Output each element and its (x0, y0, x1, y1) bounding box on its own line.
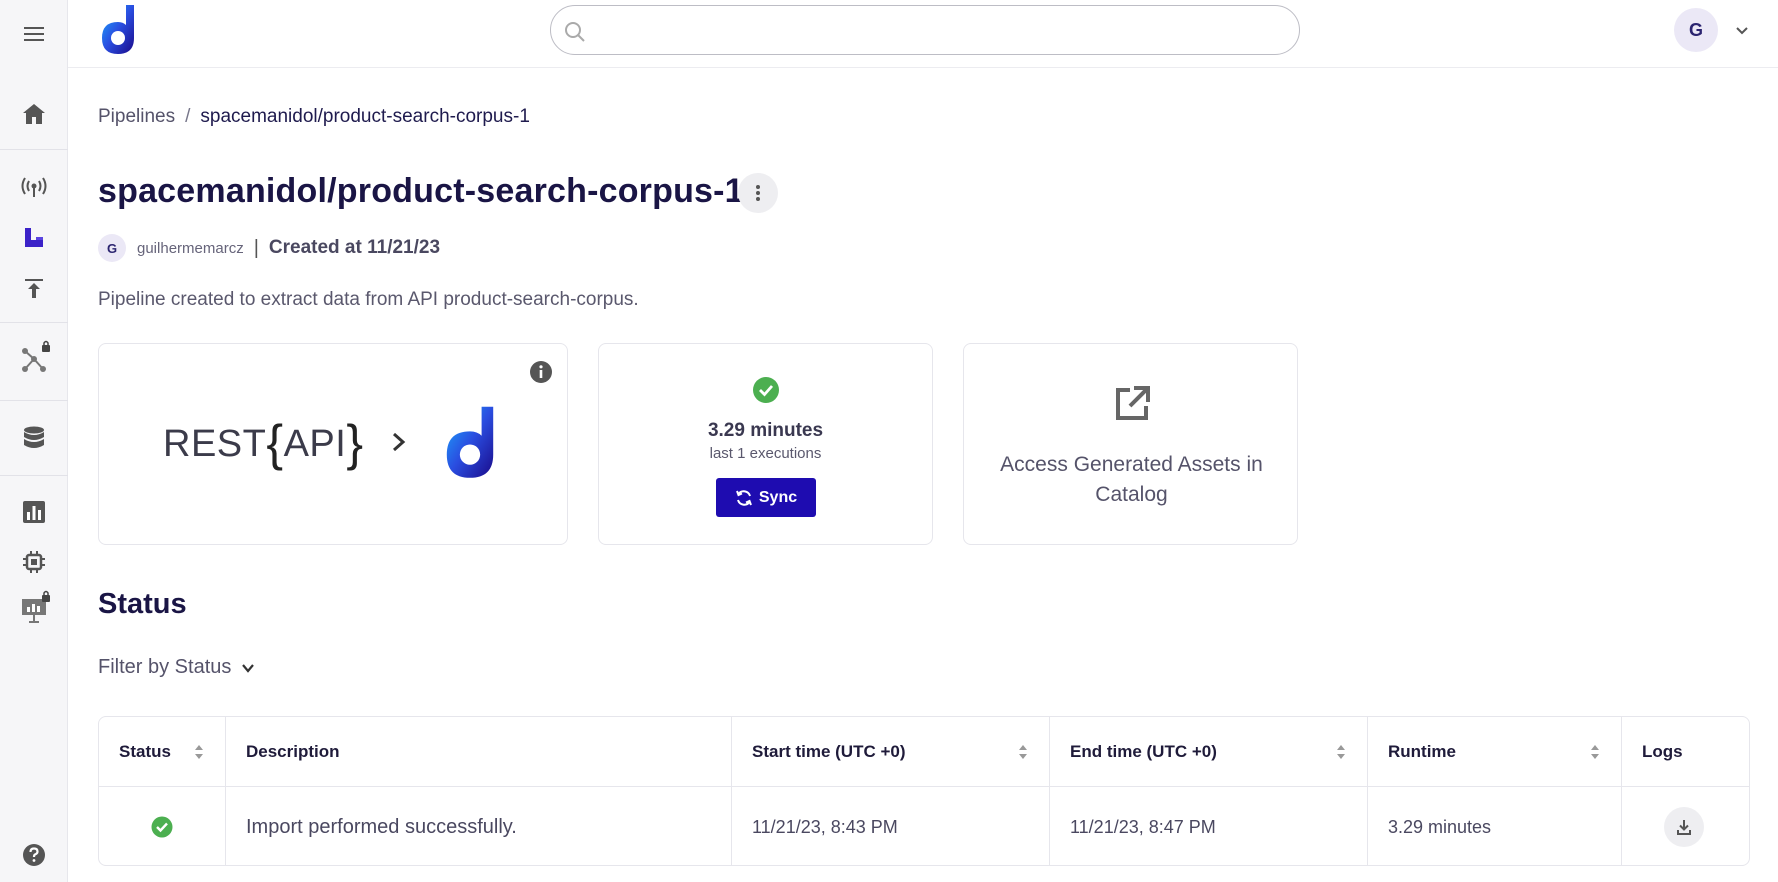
more-options-button[interactable] (738, 173, 778, 213)
status-heading: Status (98, 588, 187, 620)
cell-end-time: 11/21/23, 8:47 PM (1050, 787, 1368, 865)
pipeline-icon[interactable] (14, 218, 54, 258)
sidebar-divider (0, 400, 68, 401)
chevron-down-icon[interactable] (1734, 22, 1750, 38)
pipeline-meta: G guilhermemarcz | Created at 11/21/23 (98, 233, 440, 263)
catalog-link-text[interactable]: Access Generated Assets in Catalog (984, 450, 1279, 510)
cell-description: Import performed successfully. (226, 787, 732, 865)
external-link-icon (1116, 386, 1150, 420)
lock-icon (42, 590, 50, 602)
owner-avatar: G (98, 234, 126, 262)
runtime-value: 3.29 minutes (707, 420, 824, 441)
chevron-right-icon (393, 432, 406, 452)
column-header-status[interactable]: Status (99, 717, 226, 786)
upload-icon[interactable] (14, 268, 54, 308)
sort-icon[interactable] (193, 743, 205, 761)
kebab-icon (756, 185, 760, 201)
sync-button[interactable]: Sync (716, 478, 816, 517)
status-filter-dropdown[interactable]: Filter by Status (98, 656, 255, 679)
database-icon[interactable] (14, 418, 54, 458)
table-header-row: Status Description Start time (UTC +0) E… (99, 717, 1749, 787)
table-row: Import performed successfully. 11/21/23,… (99, 787, 1749, 865)
column-header-label: End time (UTC +0) (1070, 741, 1217, 761)
executions-table: Status Description Start time (UTC +0) E… (98, 716, 1750, 866)
created-date: Created at 11/21/23 (268, 237, 441, 258)
breadcrumb-separator: / (185, 106, 191, 127)
menu-icon[interactable] (14, 14, 54, 54)
column-header-runtime[interactable]: Runtime (1368, 717, 1622, 786)
rest-logo-brace-open: { (266, 415, 284, 471)
destination-logo (441, 404, 499, 482)
search-bar[interactable] (550, 5, 1300, 55)
top-header: G (68, 0, 1778, 68)
sidebar-divider (0, 322, 68, 323)
cell-logs (1622, 787, 1749, 865)
breadcrumb-pipelines-link[interactable]: Pipelines (98, 106, 175, 127)
cell-status (99, 787, 226, 865)
owner-name[interactable]: guilhermemarcz (137, 240, 244, 257)
column-header-label: Status (119, 741, 171, 761)
column-header-label: Logs (1642, 741, 1683, 761)
presentation-locked-icon[interactable] (14, 590, 54, 630)
sidebar-divider (0, 475, 68, 476)
help-icon[interactable] (14, 835, 54, 875)
status-filter-label: Filter by Status (98, 656, 232, 678)
sort-icon[interactable] (1017, 743, 1029, 761)
runtime-card: 3.29 minutes last 1 executions Sync (598, 343, 933, 545)
breadcrumb-current: spacemanidol/product-search-corpus-1 (200, 106, 530, 127)
runtime-subtitle: last 1 executions (709, 445, 822, 462)
chart-icon[interactable] (14, 492, 54, 532)
app-root: G Pipelines / spacemanidol/product-search-… (0, 0, 1778, 882)
page-title: spacemanidol/product-search-corpus-1 (98, 172, 744, 210)
column-header-logs: Logs (1622, 717, 1749, 786)
column-header-label: Start time (UTC +0) (752, 741, 906, 761)
chip-icon[interactable] (14, 542, 54, 582)
app-logo[interactable] (98, 4, 138, 56)
user-avatar[interactable]: G (1674, 8, 1718, 52)
broadcast-icon[interactable] (14, 168, 54, 208)
column-header-start-time[interactable]: Start time (UTC +0) (732, 717, 1050, 786)
column-header-label: Runtime (1388, 741, 1456, 761)
sidebar-divider (0, 149, 68, 150)
cell-runtime: 3.29 minutes (1368, 787, 1622, 865)
meta-separator: | (253, 236, 259, 259)
info-icon[interactable] (529, 360, 553, 384)
column-header-label: Description (246, 741, 340, 761)
rest-logo-prefix: REST (163, 423, 267, 465)
download-logs-button[interactable] (1664, 807, 1704, 847)
pipeline-description: Pipeline created to extract data from AP… (98, 289, 639, 310)
lock-icon (42, 340, 50, 352)
sync-icon (735, 489, 752, 506)
graph-locked-icon[interactable] (14, 340, 54, 380)
check-circle-icon (753, 377, 779, 403)
rest-logo-brace-close: } (346, 415, 364, 471)
rest-api-logo: REST{API} (163, 414, 364, 472)
column-header-end-time[interactable]: End time (UTC +0) (1050, 717, 1368, 786)
sort-icon[interactable] (1335, 743, 1347, 761)
breadcrumb: Pipelines / spacemanidol/product-search-co… (98, 106, 530, 128)
search-input[interactable] (599, 6, 1279, 54)
source-destination-card: REST{API} (98, 343, 568, 545)
catalog-card[interactable]: Access Generated Assets in Catalog (963, 343, 1298, 545)
sort-icon[interactable] (1589, 743, 1601, 761)
home-icon[interactable] (14, 94, 54, 134)
success-check-icon (151, 816, 173, 838)
sync-label: Sync (758, 488, 798, 506)
chevron-down-icon (242, 663, 255, 673)
rest-logo-api: API (283, 423, 347, 465)
search-icon (565, 22, 585, 42)
download-icon (1677, 820, 1691, 835)
column-header-description: Description (226, 717, 732, 786)
sidebar (0, 0, 68, 882)
cell-start-time: 11/21/23, 8:43 PM (732, 787, 1050, 865)
